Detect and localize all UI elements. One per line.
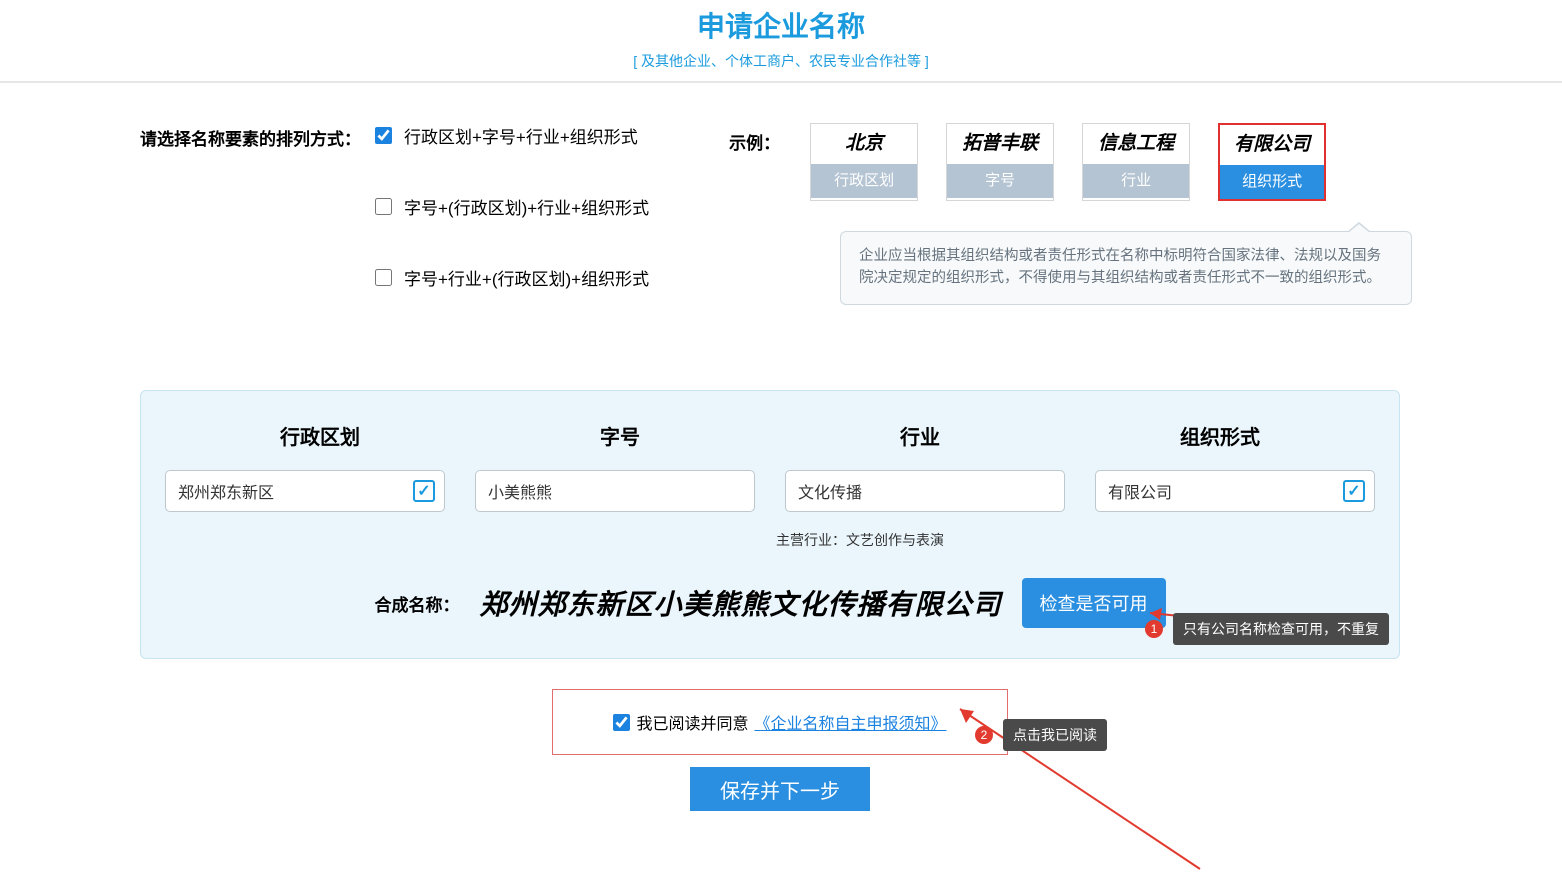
annotation-2: 2 点击我已阅读 [975,719,1107,751]
badge-1-icon: 1 [1145,620,1163,638]
orgform-input[interactable] [1095,470,1375,512]
example-card-region[interactable]: 北京 行政区划 [810,123,918,201]
agree-link[interactable]: 《企业名称自主申报须知》 [755,710,947,734]
col-header-orgform: 组织形式 [1070,421,1370,450]
arrangement-option-1-text: 行政区划+字号+行业+组织形式 [404,123,638,148]
card-top-text: 拓普丰联 [947,124,1053,164]
card-top-text: 北京 [811,124,917,164]
arrangement-checkbox-2[interactable] [375,198,392,215]
card-bottom-text: 行政区划 [811,164,917,198]
industry-note-value: 文艺创作与表演 [846,532,944,548]
card-top-text: 信息工程 [1083,124,1189,164]
industry-note-label: 主营行业： [776,532,846,548]
card-bottom-text: 行业 [1083,164,1189,198]
agree-box: 我已阅读并同意 《企业名称自主申报须知》 [552,689,1007,755]
card-bottom-text: 组织形式 [1220,165,1324,199]
page-header: 申请企业名称 [ 及其他企业、个体工商户、农民专业合作社等 ] [0,0,1562,83]
region-input[interactable] [165,470,445,512]
orgform-select-icon[interactable]: ✓ [1343,480,1365,502]
annotation-1-text: 只有公司名称检查可用，不重复 [1173,613,1389,645]
arrangement-checkbox-1[interactable] [375,127,392,144]
card-top-text: 有限公司 [1220,125,1324,165]
col-header-region: 行政区划 [170,421,470,450]
annotation-1: 1 只有公司名称检查可用，不重复 [1145,613,1389,645]
industry-note: 主营行业：文艺创作与表演 [141,530,1399,550]
col-header-industry: 行业 [770,421,1070,450]
example-cards: 北京 行政区划 拓普丰联 字号 信息工程 行业 有限公司 组织形式 [810,123,1326,201]
save-next-button[interactable]: 保存并下一步 [690,767,870,811]
example-card-industry[interactable]: 信息工程 行业 [1082,123,1190,201]
example-tooltip: 企业应当根据其组织结构或者责任形式在名称中标明符合国家法律、法规以及国务院决定规… [840,231,1412,305]
example-card-brand[interactable]: 拓普丰联 字号 [946,123,1054,201]
arrangement-option-3[interactable]: 字号+行业+(行政区划)+组织形式 [375,265,649,290]
example-label: 示例： [729,123,780,154]
compose-label: 合成名称： [374,591,459,616]
arrangement-label: 请选择名称要素的排列方式： [140,123,375,150]
page-subtitle: [ 及其他企业、个体工商户、农民专业合作社等 ] [0,51,1562,71]
check-availability-button[interactable]: 检查是否可用 [1022,578,1166,628]
badge-2-icon: 2 [975,726,993,744]
compose-name: 郑州郑东新区小美熊熊文化传播有限公司 [479,583,1001,623]
arrangement-option-2[interactable]: 字号+(行政区划)+行业+组织形式 [375,194,649,219]
agree-checkbox[interactable] [613,714,630,731]
arrangement-option-3-text: 字号+行业+(行政区划)+组织形式 [404,265,649,290]
col-header-brand: 字号 [470,421,770,450]
annotation-2-text: 点击我已阅读 [1003,719,1107,751]
example-card-orgform[interactable]: 有限公司 组织形式 [1218,123,1326,201]
brand-input[interactable] [475,470,755,512]
arrangement-option-1[interactable]: 行政区划+字号+行业+组织形式 [375,123,649,148]
arrangement-options: 行政区划+字号+行业+组织形式 字号+(行政区划)+行业+组织形式 字号+行业+… [375,123,649,290]
industry-input[interactable] [785,470,1065,512]
arrangement-checkbox-3[interactable] [375,269,392,286]
card-bottom-text: 字号 [947,164,1053,198]
arrangement-option-2-text: 字号+(行政区划)+行业+组织形式 [404,194,649,219]
agree-text: 我已阅读并同意 [636,710,748,734]
page-title: 申请企业名称 [0,5,1562,45]
region-select-icon[interactable]: ✓ [413,480,435,502]
